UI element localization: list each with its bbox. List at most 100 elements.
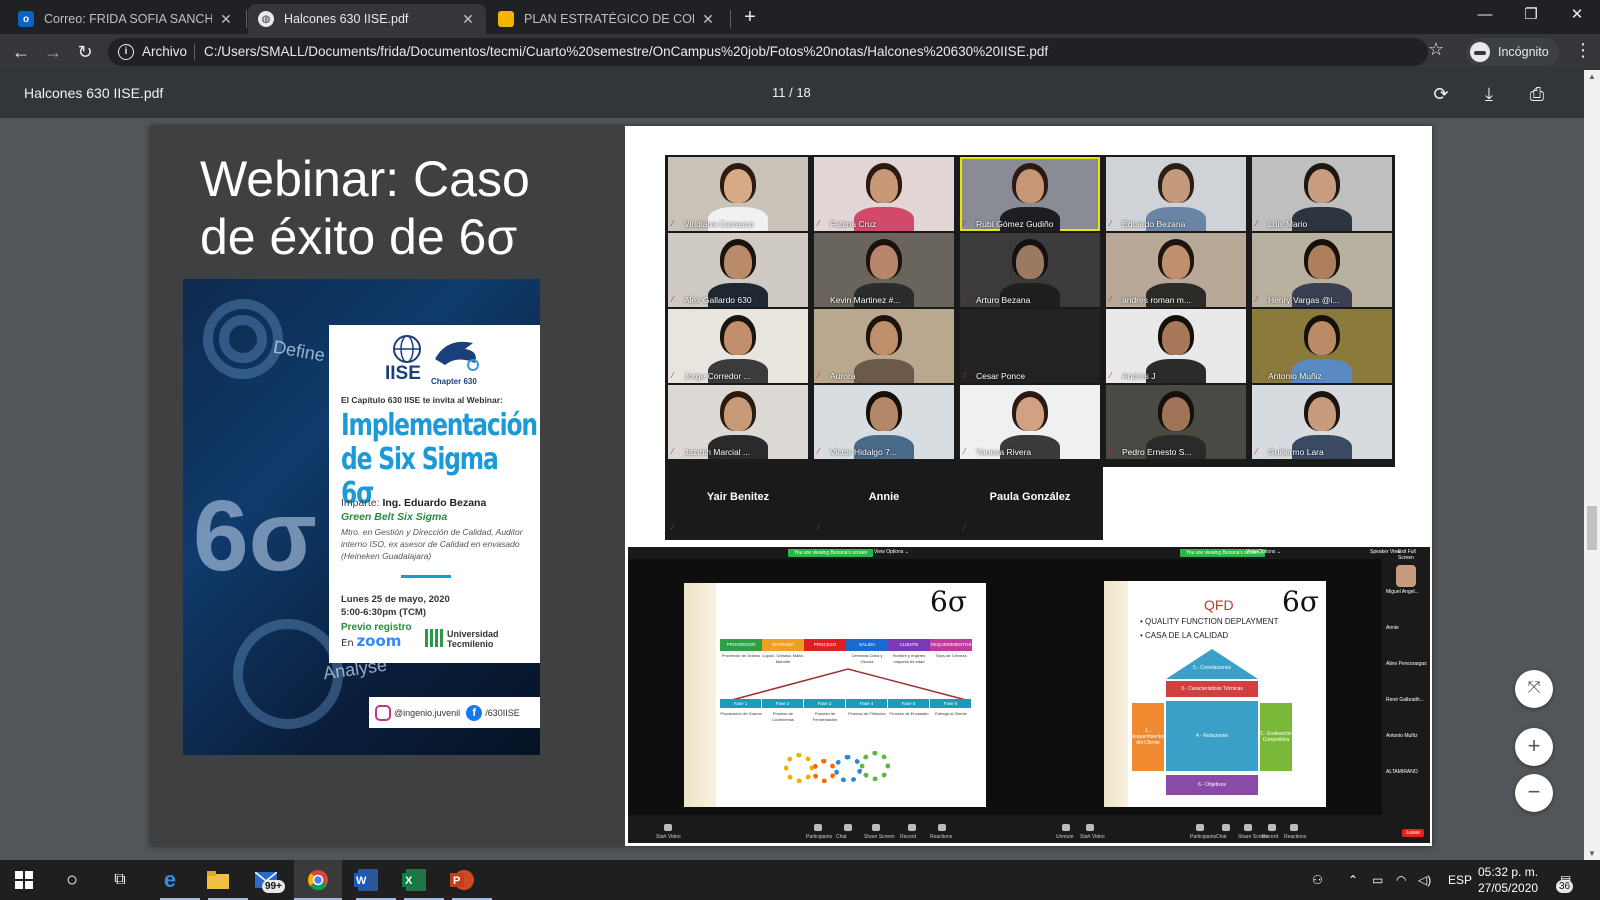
- zoom-control-label[interactable]: Record: [1262, 834, 1278, 840]
- participant-tile[interactable]: ⁄ Rubí Gómez Gudiño: [960, 157, 1100, 231]
- participant-tile[interactable]: ⁄ Fatima Cruz: [814, 157, 954, 231]
- participant-tile[interactable]: ⁄ Luis Mario: [1252, 157, 1392, 231]
- participant-tile[interactable]: ⁄ Eduardo Bezana: [1106, 157, 1246, 231]
- search-icon[interactable]: ○: [58, 866, 86, 894]
- volume-icon[interactable]: ◁): [1418, 860, 1431, 900]
- battery-icon[interactable]: ▭: [1372, 860, 1383, 900]
- participant-name: Fatima Cruz: [830, 219, 877, 229]
- participant-tile[interactable]: ⁄ Arturo Bezana: [960, 233, 1100, 307]
- minimize-button[interactable]: —: [1462, 0, 1508, 30]
- view-options[interactable]: View Options ⌄: [874, 549, 909, 555]
- zoom-control-icon[interactable]: [872, 824, 880, 831]
- powerpoint-icon[interactable]: P: [448, 866, 476, 894]
- zoom-control-icon[interactable]: [1222, 824, 1230, 831]
- address-bar[interactable]: i Archivo C:/Users/SMALL/Documents/frida…: [108, 38, 1428, 66]
- tab-plan[interactable]: PLAN ESTRATÉGICO DE COMUNI ✕: [488, 4, 726, 34]
- zoom-control-icon[interactable]: [844, 824, 852, 831]
- close-tab-icon[interactable]: ✕: [218, 11, 234, 28]
- zoom-in-button[interactable]: +: [1515, 728, 1553, 766]
- zoom-control-label[interactable]: Record: [900, 834, 916, 840]
- zoom-control-label[interactable]: Start Video: [656, 834, 681, 840]
- participant-tile[interactable]: ⁄ Jazmin Marcial ...: [668, 385, 808, 459]
- windows-start-icon[interactable]: [10, 866, 38, 894]
- tab-outlook[interactable]: o Correo: FRIDA SOFIA SANCHEZ M ✕: [8, 4, 244, 34]
- reload-icon[interactable]: ↻: [72, 39, 98, 65]
- close-tab-icon[interactable]: ✕: [460, 11, 476, 28]
- close-window-button[interactable]: ✕: [1554, 0, 1600, 30]
- scrollbar-thumb[interactable]: [1587, 506, 1597, 550]
- incognito-button[interactable]: Incógnito: [1466, 38, 1559, 66]
- url-text[interactable]: C:/Users/SMALL/Documents/frida/Documento…: [204, 44, 1048, 59]
- chapter-text: Chapter 630: [431, 377, 477, 386]
- wifi-icon[interactable]: ◠: [1396, 860, 1406, 900]
- word-icon[interactable]: W: [352, 866, 380, 894]
- print-icon[interactable]: ⎙: [1524, 81, 1550, 107]
- participant-tile[interactable]: ⁄ Victor Hidalgo 7...: [814, 385, 954, 459]
- scrollbar[interactable]: ▲ ▼: [1584, 70, 1600, 860]
- participant-tile[interactable]: ⁄ Jorge Corredor ...: [668, 309, 808, 383]
- clock[interactable]: 05:32 p. m. 27/05/2020: [1478, 864, 1538, 896]
- participant-tile[interactable]: Yair Benitez ⁄: [668, 461, 808, 535]
- zoom-control-icon[interactable]: [1086, 824, 1094, 831]
- fit-page-button[interactable]: ⤧: [1515, 670, 1553, 708]
- zoom-out-button[interactable]: −: [1515, 774, 1553, 812]
- leave-button[interactable]: Leave: [1402, 829, 1424, 837]
- forward-icon[interactable]: →: [40, 39, 66, 65]
- zoom-control-label[interactable]: Unmute: [1056, 834, 1074, 840]
- participant-tile[interactable]: ⁄ Henry Vargas @i...: [1252, 233, 1392, 307]
- file-explorer-icon[interactable]: [204, 866, 232, 894]
- menu-icon[interactable]: ⋮: [1574, 40, 1592, 61]
- scroll-up-icon[interactable]: ▲: [1588, 72, 1596, 81]
- zoom-control-icon[interactable]: [1244, 824, 1252, 831]
- participant-tile[interactable]: Paula González ⁄: [960, 461, 1100, 535]
- people-icon[interactable]: ⚇: [1312, 860, 1323, 900]
- participant-tile[interactable]: ⁄ Cesar Ponce: [960, 309, 1100, 383]
- zoom-control-icon[interactable]: [1268, 824, 1276, 831]
- task-view-icon[interactable]: ⧉: [106, 866, 134, 894]
- back-icon[interactable]: ←: [8, 39, 34, 65]
- zoom-control-label[interactable]: Participants: [1190, 834, 1216, 840]
- maximize-button[interactable]: ❐: [1508, 0, 1554, 30]
- tab-pdf[interactable]: ◍ Halcones 630 IISE.pdf ✕: [248, 4, 486, 34]
- info-icon[interactable]: i: [118, 44, 134, 60]
- zoom-control-label[interactable]: Reactions: [930, 834, 952, 840]
- participant-tile[interactable]: Annie ⁄: [814, 461, 954, 535]
- zoom-control-icon[interactable]: [664, 824, 672, 831]
- download-icon[interactable]: ⤓: [1476, 81, 1502, 107]
- chevron-up-icon[interactable]: ⌃: [1348, 860, 1358, 900]
- participant-tile[interactable]: ⁄ Viridiana Carrasco: [668, 157, 808, 231]
- chrome-icon[interactable]: [304, 866, 332, 894]
- edge-icon[interactable]: e: [156, 866, 184, 894]
- zoom-control-icon[interactable]: [1062, 824, 1070, 831]
- zoom-control-label[interactable]: Reactions: [1284, 834, 1306, 840]
- participant-tile[interactable]: ⁄ Antonio Muñiz: [1252, 309, 1392, 383]
- zoom-control-icon[interactable]: [1196, 824, 1204, 831]
- participant-tile[interactable]: ⁄ Andres J: [1106, 309, 1246, 383]
- rotate-icon[interactable]: ⟳: [1428, 81, 1454, 107]
- language-indicator[interactable]: ESP: [1448, 860, 1472, 900]
- view-options[interactable]: View Options ⌄: [1246, 549, 1281, 555]
- zoom-control-label[interactable]: Share Screen: [864, 834, 895, 840]
- bookmark-star-icon[interactable]: ☆: [1428, 39, 1444, 60]
- zoom-control-label[interactable]: Chat: [836, 834, 847, 840]
- muted-mic-icon: ⁄: [1110, 447, 1112, 456]
- scroll-down-icon[interactable]: ▼: [1588, 849, 1596, 858]
- close-tab-icon[interactable]: ✕: [700, 11, 716, 28]
- zoom-control-label[interactable]: Chat: [1216, 834, 1227, 840]
- zoom-control-icon[interactable]: [938, 824, 946, 831]
- zoom-control-label[interactable]: Participants: [806, 834, 832, 840]
- participant-tile[interactable]: ⁄ Pedro Ernesto S...: [1106, 385, 1246, 459]
- participant-tile[interactable]: ⁄ Guillermo Lara: [1252, 385, 1392, 459]
- participant-tile[interactable]: ⁄ Kevin Martinez #...: [814, 233, 954, 307]
- new-tab-button[interactable]: +: [738, 6, 762, 30]
- zoom-control-icon[interactable]: [908, 824, 916, 831]
- participant-tile[interactable]: ⁄ Alex Gallardo 630: [668, 233, 808, 307]
- participant-tile[interactable]: ⁄ andres roman m...: [1106, 233, 1246, 307]
- excel-icon[interactable]: X: [400, 866, 428, 894]
- zoom-control-icon[interactable]: [1290, 824, 1298, 831]
- speaker-view-button[interactable]: Speaker View: [1370, 549, 1401, 555]
- zoom-control-label[interactable]: Start Video: [1080, 834, 1105, 840]
- participant-tile[interactable]: ⁄ Yanesa Rivera: [960, 385, 1100, 459]
- participant-tile[interactable]: ⁄ Aurora: [814, 309, 954, 383]
- zoom-control-icon[interactable]: [814, 824, 822, 831]
